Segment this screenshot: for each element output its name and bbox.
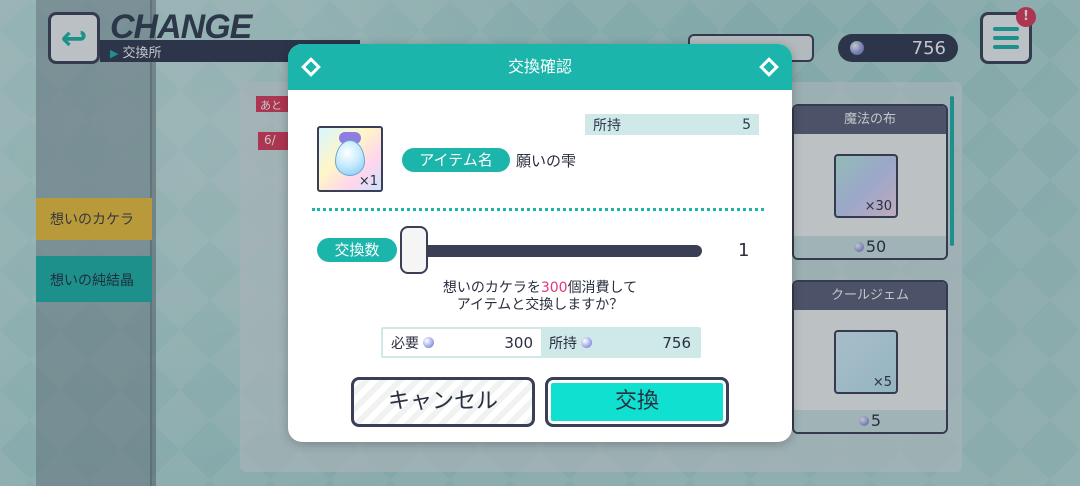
message-amount: 300 — [540, 280, 568, 296]
dialog-title: 交換確認 — [507, 57, 572, 76]
cost-summary: 必要 300 所持 756 — [381, 327, 701, 358]
message-prefix: 想いのカケラを — [442, 280, 541, 296]
slider-thumb[interactable] — [400, 226, 428, 274]
have-label: 所持 — [549, 335, 577, 352]
divider — [312, 208, 764, 211]
cancel-button[interactable]: キャンセル — [351, 377, 535, 427]
required-value: 300 — [504, 333, 533, 352]
gem-icon — [423, 337, 434, 348]
exchange-confirm-dialog: 交換確認 所持 5 ×1 アイテム名 願いの雫 交換数 1 想いのカケラを300… — [288, 44, 792, 442]
message-suffix: 個消費して — [567, 280, 638, 296]
confirm-message: 想いのカケラを300個消費して アイテムと交換しますか？ — [288, 280, 792, 314]
quantity-value: 1 — [738, 240, 750, 261]
owned-value: 5 — [742, 116, 751, 133]
diamond-icon — [301, 57, 321, 77]
droplet-item-icon: ×1 — [317, 126, 383, 192]
required-cost: 必要 300 — [383, 329, 541, 356]
droplet-icon — [335, 140, 365, 176]
item-icon-qty: ×1 — [358, 174, 378, 189]
item-name-label: アイテム名 — [402, 148, 510, 172]
exchange-button[interactable]: 交換 — [545, 377, 729, 427]
have-value: 756 — [662, 333, 691, 352]
owned-currency: 所持 756 — [541, 329, 699, 356]
quantity-slider[interactable] — [400, 245, 702, 257]
message-line2: アイテムと交換しますか？ — [456, 297, 624, 313]
owned-count: 所持 5 — [585, 114, 759, 135]
dialog-header: 交換確認 — [288, 44, 792, 90]
item-name: 願いの雫 — [516, 152, 577, 170]
quantity-label: 交換数 — [317, 238, 397, 262]
required-label: 必要 — [391, 335, 419, 352]
owned-label: 所持 — [593, 117, 621, 134]
gem-icon — [581, 337, 592, 348]
diamond-icon — [759, 57, 779, 77]
